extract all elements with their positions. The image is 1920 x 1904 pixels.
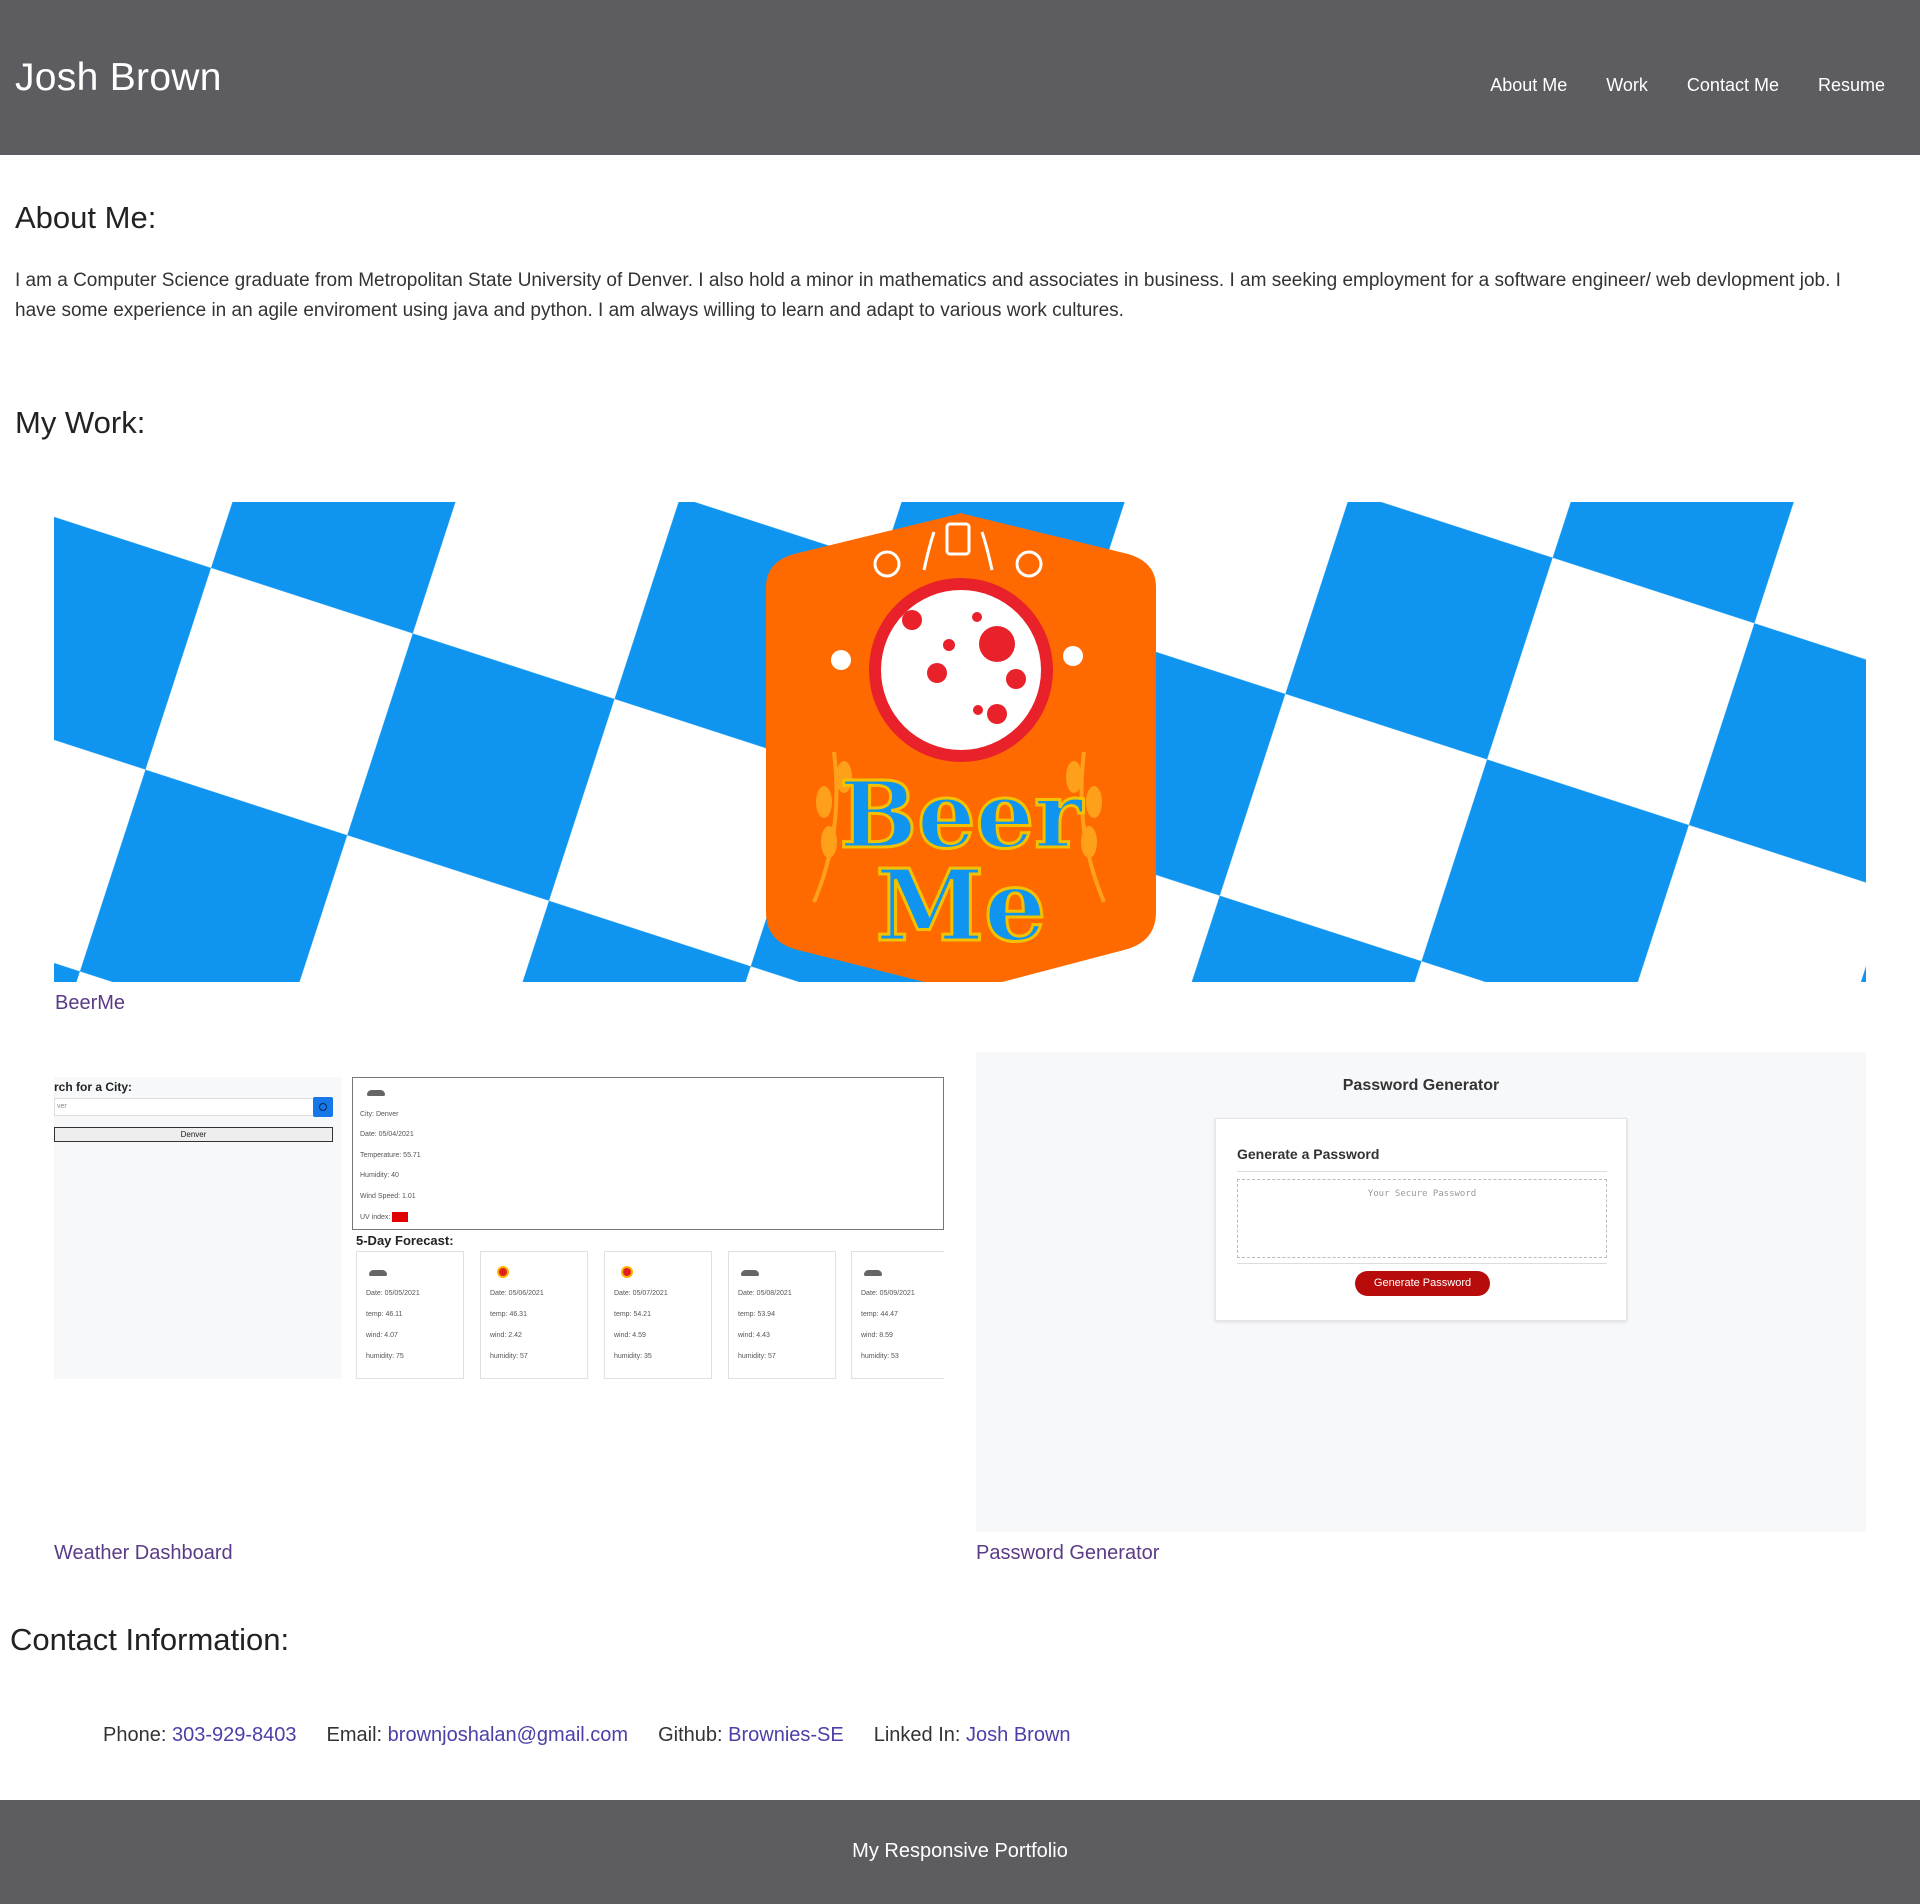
linkedin-link[interactable]: Josh Brown bbox=[966, 1724, 1071, 1746]
about-text: I am a Computer Science graduate from Me… bbox=[15, 270, 1841, 321]
beerme-banner-graphic: Beer Me bbox=[54, 502, 1866, 982]
forecast-date: Date: 05/05/2021 bbox=[366, 1290, 420, 1297]
github-link[interactable]: Brownies-SE bbox=[728, 1724, 844, 1746]
password-generator-image[interactable]: Password Generator Generate a Password Y… bbox=[976, 1052, 1866, 1532]
forecast-temp: temp: 54.21 bbox=[614, 1311, 651, 1318]
weather-search-input: ver bbox=[54, 1098, 314, 1116]
forecast-card: Date: 05/08/2021 temp: 53.94 wind: 4.43 … bbox=[728, 1251, 836, 1379]
nav-resume[interactable]: Resume bbox=[1818, 75, 1885, 96]
forecast-date: Date: 05/07/2021 bbox=[614, 1290, 668, 1297]
forecast-wind: wind: 4.43 bbox=[738, 1332, 770, 1339]
site-brand[interactable]: Josh Brown bbox=[15, 56, 222, 100]
cloud-icon bbox=[741, 1270, 759, 1276]
contact-github: Github: Brownies-SE bbox=[658, 1724, 844, 1747]
pw-output-field: Your Secure Password bbox=[1237, 1179, 1607, 1258]
pw-card-title: Generate a Password bbox=[1237, 1146, 1380, 1162]
forecast-wind: wind: 4.59 bbox=[614, 1332, 646, 1339]
uv-index-indicator bbox=[392, 1212, 409, 1222]
cloud-icon bbox=[864, 1270, 882, 1276]
forecast-humidity: humidity: 75 bbox=[366, 1353, 404, 1360]
weather-city: City: Denver bbox=[360, 1111, 399, 1118]
contact-linkedin: Linked In: Josh Brown bbox=[874, 1724, 1071, 1747]
contact-list: Phone: 303-929-8403 Email: brownjoshalan… bbox=[103, 1724, 1071, 1747]
divider bbox=[1237, 1171, 1607, 1172]
forecast-card: Date: 05/06/2021 temp: 46.31 wind: 2.42 … bbox=[480, 1251, 588, 1379]
forecast-wind: wind: 8.59 bbox=[861, 1332, 893, 1339]
weather-dashboard-image[interactable]: rch for a City: ver Denver City: Denver … bbox=[54, 1052, 944, 1379]
forecast-card: Date: 05/05/2021 temp: 46.11 wind: 4.07 … bbox=[356, 1251, 464, 1379]
cloud-icon bbox=[367, 1090, 385, 1096]
forecast-temp: temp: 46.31 bbox=[490, 1311, 527, 1318]
forecast-card: Date: 05/09/2021 temp: 44.47 wind: 8.59 … bbox=[851, 1251, 944, 1379]
work-title: My Work: bbox=[15, 405, 146, 440]
weather-search-title: rch for a City: bbox=[54, 1080, 133, 1094]
forecast-humidity: humidity: 57 bbox=[738, 1353, 776, 1360]
weather-date: Date: 05/04/2021 bbox=[360, 1131, 414, 1138]
search-icon bbox=[313, 1097, 333, 1117]
forecast-card: Date: 05/07/2021 temp: 54.21 wind: 4.59 … bbox=[604, 1251, 712, 1379]
pw-card: Generate a Password Your Secure Password… bbox=[1215, 1118, 1627, 1321]
main-nav: About Me Work Contact Me Resume bbox=[1490, 75, 1885, 96]
sun-icon bbox=[623, 1268, 631, 1276]
sun-icon bbox=[499, 1268, 507, 1276]
forecast-temp: temp: 44.47 bbox=[861, 1311, 898, 1318]
contact-linkedin-label: Linked In: bbox=[873, 1724, 961, 1746]
weather-wind-speed: Wind Speed: 1.01 bbox=[360, 1193, 416, 1200]
phone-link[interactable]: 303-929-8403 bbox=[172, 1724, 297, 1746]
weather-uv-label: UV index: bbox=[360, 1213, 391, 1221]
beerme-image[interactable]: Beer Me bbox=[54, 502, 1866, 982]
forecast-date: Date: 05/08/2021 bbox=[738, 1290, 792, 1297]
forecast-title: 5-Day Forecast: bbox=[356, 1233, 454, 1248]
weather-uv-index: UV index: bbox=[360, 1212, 409, 1222]
password-generator-link[interactable]: Password Generator bbox=[976, 1542, 1159, 1565]
forecast-temp: temp: 53.94 bbox=[738, 1311, 775, 1318]
weather-dashboard-link[interactable]: Weather Dashboard bbox=[54, 1542, 233, 1565]
site-header: Josh Brown About Me Work Contact Me Resu… bbox=[0, 0, 1920, 155]
footer-text: My Responsive Portfolio bbox=[852, 1840, 1068, 1862]
contact-github-label: Github: bbox=[658, 1724, 723, 1746]
forecast-humidity: humidity: 53 bbox=[861, 1353, 899, 1360]
beerme-logo: Beer Me bbox=[766, 513, 1156, 982]
forecast-date: Date: 05/06/2021 bbox=[490, 1290, 544, 1297]
beerme-logo-word-2: Me bbox=[876, 849, 1047, 964]
pw-app-title: Password Generator bbox=[1342, 1077, 1500, 1094]
forecast-humidity: humidity: 57 bbox=[490, 1353, 528, 1360]
forecast-humidity: humidity: 35 bbox=[614, 1353, 652, 1360]
generate-password-button: Generate Password bbox=[1355, 1271, 1490, 1296]
weather-current-panel: City: Denver Date: 05/04/2021 Temperatur… bbox=[352, 1077, 944, 1230]
forecast-temp: temp: 46.11 bbox=[366, 1311, 403, 1318]
weather-sidebar bbox=[54, 1077, 341, 1379]
forecast-wind: wind: 4.07 bbox=[366, 1332, 398, 1339]
weather-temperature: Temperature: 55.71 bbox=[360, 1152, 421, 1159]
cloud-icon bbox=[369, 1270, 387, 1276]
nav-work[interactable]: Work bbox=[1606, 75, 1648, 96]
forecast-date: Date: 05/09/2021 bbox=[861, 1290, 915, 1297]
email-link[interactable]: brownjoshalan@gmail.com bbox=[388, 1724, 628, 1746]
divider bbox=[1237, 1263, 1607, 1264]
contact-title: Contact Information: bbox=[10, 1622, 290, 1657]
about-title: About Me: bbox=[15, 200, 157, 235]
contact-email: Email: brownjoshalan@gmail.com bbox=[327, 1724, 629, 1747]
weather-city-button: Denver bbox=[54, 1127, 333, 1142]
nav-about-me[interactable]: About Me bbox=[1490, 75, 1567, 96]
site-footer: My Responsive Portfolio bbox=[0, 1800, 1920, 1904]
beerme-link[interactable]: BeerMe bbox=[55, 992, 125, 1015]
contact-phone: Phone: 303-929-8403 bbox=[103, 1724, 297, 1747]
forecast-wind: wind: 2.42 bbox=[490, 1332, 522, 1339]
nav-contact-me[interactable]: Contact Me bbox=[1687, 75, 1779, 96]
contact-phone-label: Phone: bbox=[103, 1724, 167, 1746]
weather-humidity: Humidity: 40 bbox=[360, 1172, 399, 1179]
contact-email-label: Email: bbox=[326, 1724, 383, 1746]
